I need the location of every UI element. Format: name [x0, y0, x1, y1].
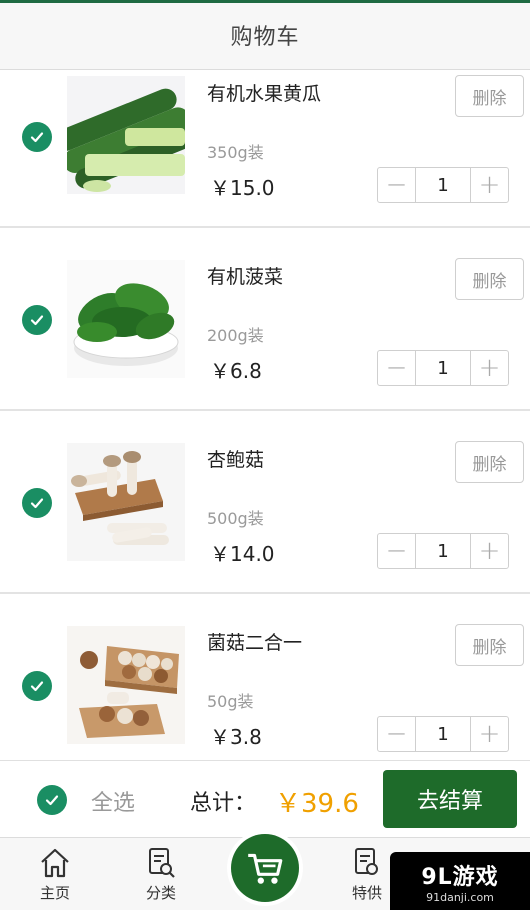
item-checkbox[interactable]	[22, 671, 52, 701]
page-title: 购物车	[230, 24, 300, 50]
delete-button[interactable]: 删除	[455, 75, 524, 117]
quantity-stepper: − 1 +	[377, 167, 509, 203]
product-image-king-oyster-mushroom[interactable]	[67, 443, 185, 561]
delete-button[interactable]: 删除	[455, 441, 524, 483]
item-checkbox[interactable]	[22, 305, 52, 335]
product-price: ￥14.0	[210, 542, 275, 566]
product-price: ￥3.8	[210, 725, 262, 749]
special-doc-icon	[355, 848, 378, 875]
decrease-button[interactable]: −	[378, 534, 416, 568]
quantity-stepper: − 1 +	[377, 350, 509, 386]
category-search-icon	[149, 848, 175, 878]
select-all-checkbox[interactable]	[37, 785, 67, 815]
item-checkbox[interactable]	[22, 122, 52, 152]
product-image-spinach[interactable]	[67, 260, 185, 378]
product-spec: 350g装	[207, 143, 264, 162]
increase-button[interactable]: +	[470, 168, 508, 202]
checkout-button[interactable]: 去结算	[383, 770, 517, 828]
watermark-sub: 91danji.com	[426, 890, 494, 904]
decrease-button[interactable]: −	[378, 717, 416, 751]
header-accent-bar	[0, 0, 530, 3]
item-checkbox[interactable]	[22, 488, 52, 518]
product-spec: 200g装	[207, 326, 264, 345]
cart-item: 有机水果黄瓜 删除 350g装 ￥15.0 − 1 +	[0, 70, 530, 228]
tab-cart[interactable]	[227, 830, 303, 906]
quantity-value[interactable]: 1	[416, 351, 470, 385]
app-header: 购物车	[0, 0, 530, 70]
decrease-button[interactable]: −	[378, 168, 416, 202]
home-icon	[41, 848, 69, 878]
product-price: ￥15.0	[210, 176, 275, 200]
checkmark-icon	[45, 795, 59, 806]
total-label: 总计：	[190, 791, 257, 816]
cart-icon	[248, 853, 283, 884]
watermark-logo: 9L游戏 91danji.com	[390, 852, 530, 910]
checkmark-icon	[30, 498, 44, 509]
quantity-value[interactable]: 1	[416, 717, 470, 751]
checkmark-icon	[30, 315, 44, 326]
cart-list[interactable]: 有机水果黄瓜 删除 350g装 ￥15.0 − 1 + 有机菠菜 删除 200g…	[0, 70, 530, 777]
decrease-button[interactable]: −	[378, 351, 416, 385]
checkout-bar: 全选 总计： ￥39.6 去结算	[0, 760, 530, 837]
quantity-value[interactable]: 1	[416, 534, 470, 568]
cart-item: 杏鲍菇 删除 500g装 ￥14.0 − 1 +	[0, 411, 530, 594]
product-price: ￥6.8	[210, 359, 262, 383]
checkmark-icon	[30, 132, 44, 143]
product-name: 有机菠菜	[207, 266, 284, 288]
quantity-stepper: − 1 +	[377, 716, 509, 752]
select-all-label[interactable]: 全选	[91, 785, 135, 817]
product-name: 杏鲍菇	[207, 449, 265, 471]
increase-button[interactable]: +	[470, 717, 508, 751]
watermark-main: 9L游戏	[421, 864, 499, 890]
tab-label: 特供	[351, 884, 382, 902]
increase-button[interactable]: +	[470, 534, 508, 568]
cart-item: 菌菇二合一 删除 50g装 ￥3.8 − 1 +	[0, 594, 530, 777]
tab-label: 分类	[145, 884, 176, 902]
increase-button[interactable]: +	[470, 351, 508, 385]
product-spec: 500g装	[207, 509, 264, 528]
tab-label: 主页	[39, 884, 70, 902]
quantity-stepper: − 1 +	[377, 533, 509, 569]
tab-category[interactable]: 分类	[126, 846, 196, 903]
product-name: 有机水果黄瓜	[207, 83, 322, 105]
delete-button[interactable]: 删除	[455, 258, 524, 300]
tab-home[interactable]: 主页	[20, 846, 90, 903]
delete-button[interactable]: 删除	[455, 624, 524, 666]
total-value: ￥39.6	[275, 789, 359, 819]
product-spec: 50g装	[207, 692, 254, 711]
quantity-value[interactable]: 1	[416, 168, 470, 202]
cart-item: 有机菠菜 删除 200g装 ￥6.8 − 1 +	[0, 228, 530, 411]
checkmark-icon	[30, 681, 44, 692]
product-image-mushroom-mix[interactable]	[67, 626, 185, 744]
product-name: 菌菇二合一	[207, 632, 303, 654]
product-image-cucumber[interactable]	[67, 76, 185, 194]
